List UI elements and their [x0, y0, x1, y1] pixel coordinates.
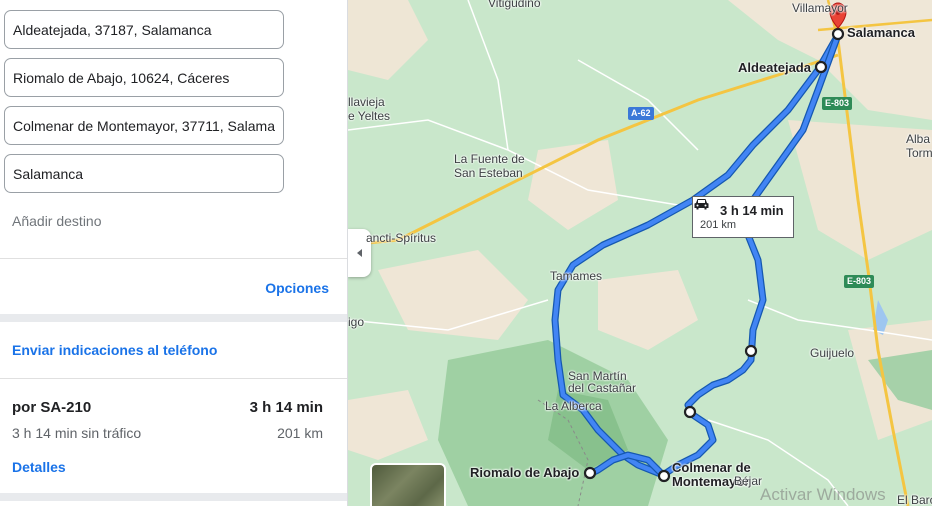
- place-label: La Alberca: [545, 399, 602, 413]
- section-divider: [0, 314, 347, 322]
- add-destination-button[interactable]: Añadir destino: [12, 213, 102, 229]
- waypoint-input-3[interactable]: [4, 106, 284, 145]
- callout-distance: 201 km: [700, 219, 737, 231]
- place-label: Villamayor: [792, 1, 848, 15]
- waypoint-input-4[interactable]: [4, 154, 284, 193]
- place-label-salamanca[interactable]: Salamanca: [847, 26, 915, 39]
- options-button[interactable]: Opciones: [265, 280, 329, 296]
- route-name: por SA-210: [12, 399, 92, 416]
- waypoint-input-1[interactable]: [4, 10, 284, 49]
- road-shield-e803: E-803: [822, 97, 853, 110]
- place-label-aldeatejada[interactable]: Aldeatejada: [738, 61, 811, 74]
- place-label-riomalo[interactable]: Riomalo de Abajo: [470, 466, 579, 479]
- place-label: ancti-Spíritus: [366, 231, 437, 245]
- place-label: Vitigudino: [488, 0, 541, 10]
- section-divider: [0, 493, 347, 501]
- place-label: El Barco: [897, 493, 932, 506]
- chevron-left-icon: [357, 249, 362, 257]
- map-canvas[interactable]: A-62 E-803 E-803 Vitigudino Villamayor S…: [348, 0, 932, 506]
- place-label: Torm: [906, 146, 932, 160]
- callout-duration: 3 h 14 min: [720, 203, 784, 218]
- car-icon: [694, 199, 709, 210]
- map-base: [348, 0, 932, 506]
- place-label: Guijuelo: [810, 346, 855, 360]
- place-label: llavieja: [348, 95, 385, 109]
- place-label: Tamames: [550, 269, 603, 283]
- divider: [0, 258, 347, 259]
- route-time-callout[interactable]: 3 h 14 min 201 km: [692, 196, 794, 238]
- place-label: La Fuente de: [454, 152, 525, 166]
- route-distance: 201 km: [277, 425, 323, 441]
- place-label: San Esteban: [454, 166, 523, 180]
- divider: [0, 378, 347, 379]
- directions-panel: Añadir destino Opciones Enviar indicacio…: [0, 0, 348, 506]
- place-label-colmenar[interactable]: Colmenar de: [672, 461, 751, 474]
- satellite-layer-toggle[interactable]: [370, 463, 446, 506]
- road-shield-a62: A-62: [628, 107, 654, 120]
- route-details-link[interactable]: Detalles: [12, 459, 66, 475]
- road-shield-e803: E-803: [844, 275, 875, 288]
- google-maps-directions: Añadir destino Opciones Enviar indicacio…: [0, 0, 932, 506]
- waypoint-input-2[interactable]: [4, 58, 284, 97]
- place-label: e Yeltes: [348, 109, 391, 123]
- activation-watermark: Activar Windows: [760, 485, 886, 504]
- place-label: igo: [348, 315, 365, 329]
- place-label: Alba: [906, 132, 931, 146]
- send-to-phone-link[interactable]: Enviar indicaciones al teléfono: [12, 342, 217, 358]
- route-traffic-note: 3 h 14 min sin tráfico: [12, 425, 142, 441]
- place-label: del Castañar: [568, 381, 637, 395]
- route-duration: 3 h 14 min: [249, 399, 323, 416]
- place-label: Béjar: [734, 474, 763, 488]
